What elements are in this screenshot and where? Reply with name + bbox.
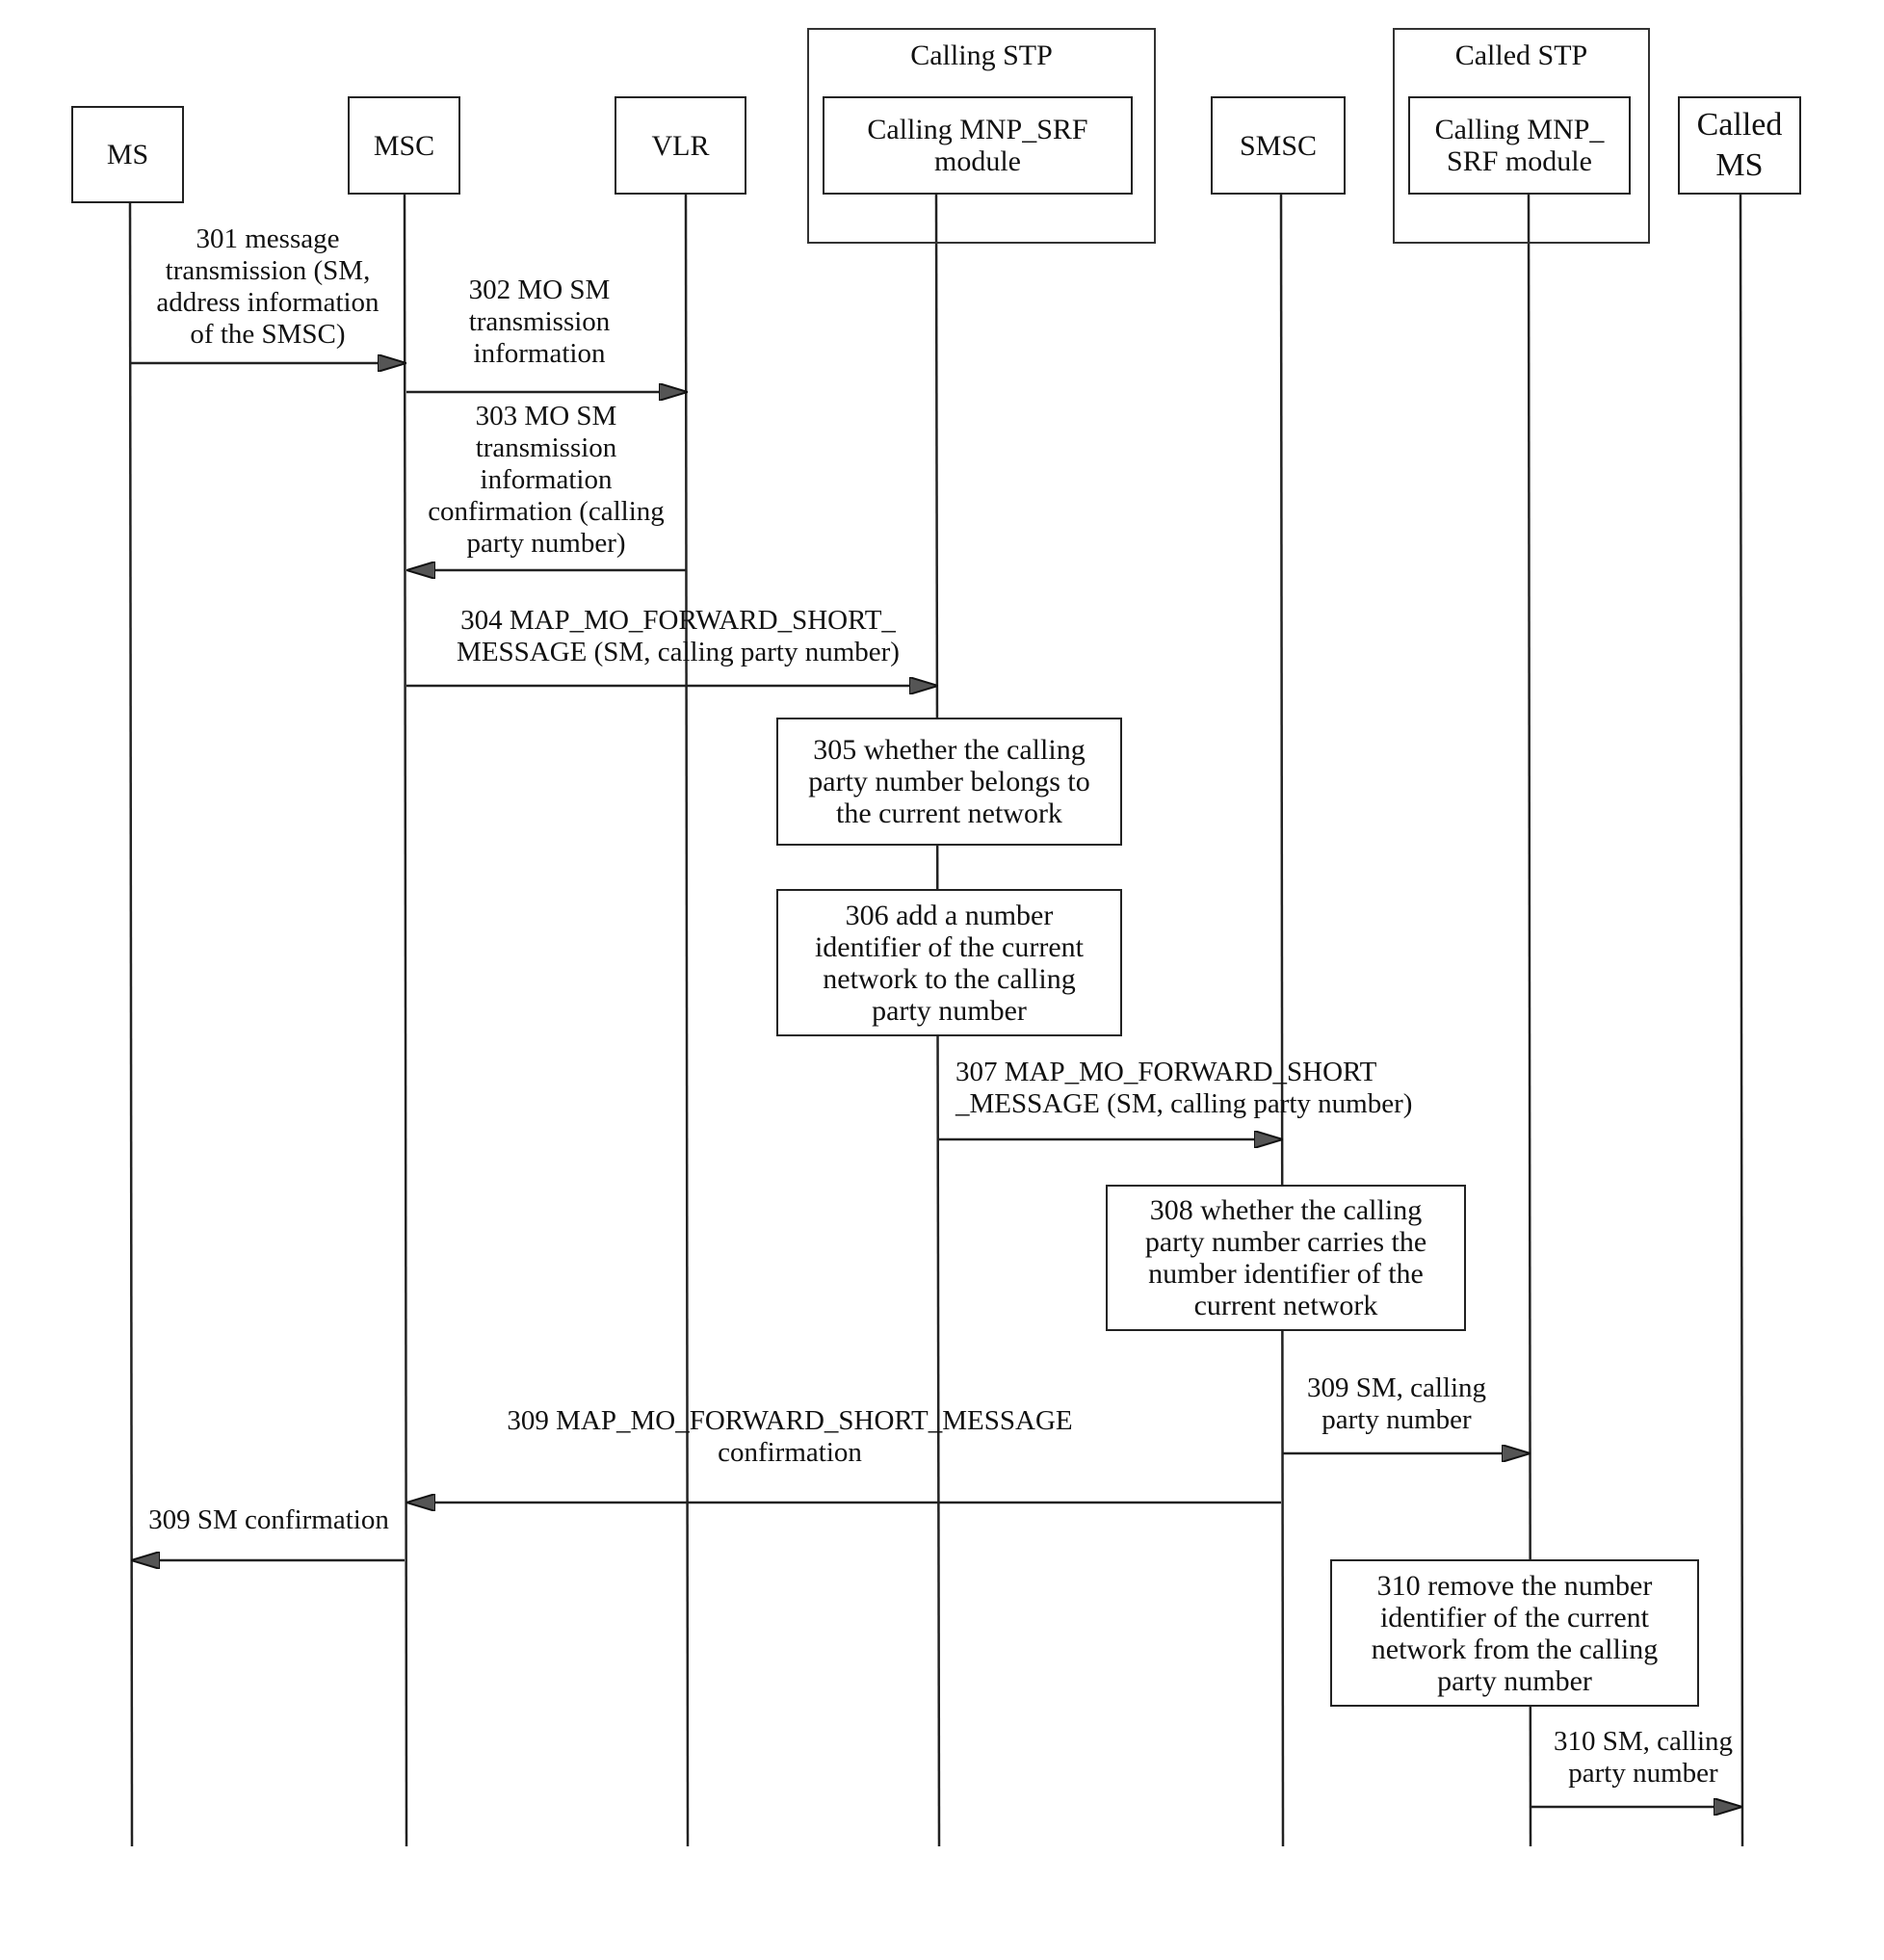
message-label-309-sm-confirmation: 309 SM confirmation	[148, 1504, 389, 1535]
entity-msc: MSC	[348, 96, 460, 195]
step-box-308: 308 whether the calling party number car…	[1106, 1185, 1466, 1331]
calling-stp-title: Calling STP	[910, 39, 1053, 71]
message-label-302: 302 MO SM transmission information	[468, 274, 611, 369]
entity-ms: MS	[71, 106, 184, 203]
step-box-310: 310 remove the number identifier of the …	[1330, 1559, 1699, 1707]
message-label-303: 303 MO SM transmission information confi…	[428, 401, 665, 559]
called-stp-title: Called STP	[1454, 39, 1588, 71]
message-label-304: 304 MAP_MO_FORWARD_SHORT_ MESSAGE (SM, c…	[457, 605, 900, 667]
entity-smsc: SMSC	[1211, 96, 1346, 195]
lifeline-called-ms	[1739, 194, 1744, 1847]
lifeline-vlr	[684, 194, 690, 1847]
message-label-309-sm: 309 SM, calling party number	[1306, 1372, 1487, 1435]
entity-calling-mnp-srf-module: Calling MNP_SRF module	[823, 96, 1133, 195]
lifeline-msc	[403, 194, 408, 1847]
message-label-309-map-confirmation: 309 MAP_MO_FORWARD_SHORT_MESSAGE confirm…	[507, 1405, 1073, 1468]
entity-called-ms: Called MS	[1678, 96, 1801, 195]
lifeline-smsc	[1279, 194, 1285, 1847]
entity-vlr: VLR	[615, 96, 746, 195]
message-label-310-sm: 310 SM, calling party number	[1553, 1726, 1734, 1789]
message-label-307: 307 MAP_MO_FORWARD_SHORT _MESSAGE (SM, c…	[955, 1057, 1413, 1119]
step-box-305: 305 whether the calling party number bel…	[776, 718, 1122, 846]
entity-called-mnp-srf-module: Calling MNP_ SRF module	[1408, 96, 1631, 195]
step-box-306: 306 add a number identifier of the curre…	[776, 889, 1122, 1036]
message-label-301: 301 message transmission (SM, address in…	[156, 223, 379, 350]
lifeline-ms	[128, 202, 134, 1847]
